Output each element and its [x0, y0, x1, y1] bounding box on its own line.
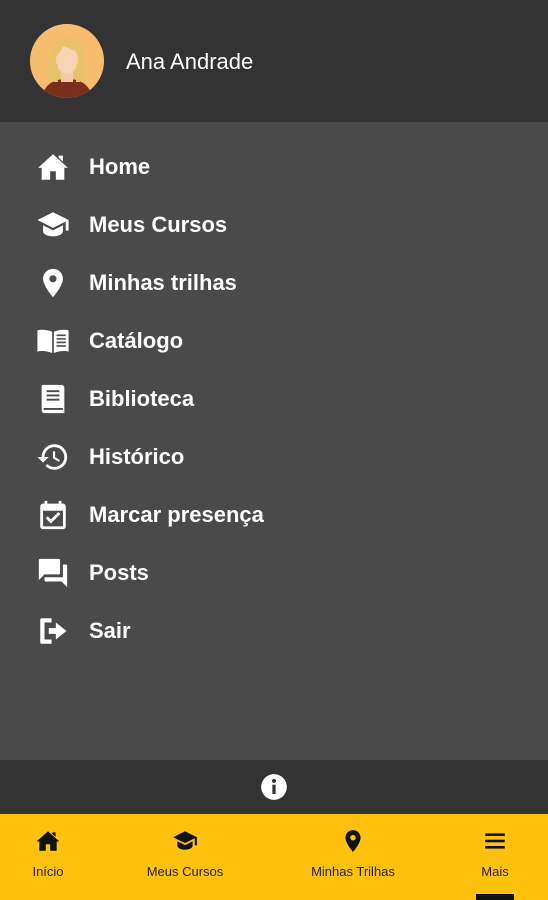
calendar-check-icon: [36, 498, 70, 532]
menu-item-catalogo[interactable]: Catálogo: [0, 312, 548, 370]
menu-icon: [482, 828, 508, 854]
info-bar: [0, 760, 548, 814]
avatar-illustration-icon: [30, 24, 104, 98]
user-avatar[interactable]: [30, 24, 104, 98]
menu-item-biblioteca[interactable]: Biblioteca: [0, 370, 548, 428]
open-book-icon: [36, 324, 70, 358]
menu-item-label: Biblioteca: [89, 386, 195, 411]
graduation-cap-icon: [36, 208, 70, 242]
nav-tab-label: Início: [32, 864, 64, 879]
user-name: Ana Andrade: [126, 49, 254, 74]
nav-tab-minhas-trilhas[interactable]: Minhas Trilhas: [298, 814, 408, 900]
nav-tab-meus-cursos[interactable]: Meus Cursos: [134, 814, 236, 900]
menu-item-historico[interactable]: Histórico: [0, 428, 548, 486]
menu-item-label: Home: [89, 154, 151, 179]
bottom-navigation: Início Meus Cursos Minhas Trilhas Mais: [0, 814, 548, 900]
graduation-cap-icon: [172, 828, 198, 854]
menu-item-label: Meus Cursos: [89, 212, 228, 237]
menu-item-label: Posts: [89, 560, 149, 585]
book-icon: [36, 382, 70, 416]
menu-item-posts[interactable]: Posts: [0, 544, 548, 602]
menu-item-meus-cursos[interactable]: Meus Cursos: [0, 196, 548, 254]
history-icon: [36, 440, 70, 474]
menu-item-label: Sair: [89, 618, 131, 643]
nav-tab-inicio[interactable]: Início: [14, 814, 82, 900]
nav-tab-label: Meus Cursos: [146, 864, 224, 879]
menu-item-marcar-presenca[interactable]: Marcar presença: [0, 486, 548, 544]
nav-tab-label: Minhas Trilhas: [311, 864, 395, 879]
map-pin-icon: [36, 266, 70, 300]
drawer-menu: Home Meus Cursos Minhas trilhas Catálogo…: [0, 122, 548, 760]
menu-item-label: Catálogo: [89, 328, 184, 353]
menu-item-minhas-trilhas[interactable]: Minhas trilhas: [0, 254, 548, 312]
info-icon[interactable]: [260, 773, 288, 801]
map-pin-icon: [340, 828, 366, 854]
menu-item-label: Marcar presença: [89, 502, 264, 527]
nav-tab-mais[interactable]: Mais: [466, 814, 524, 900]
drawer-header: Ana Andrade: [0, 0, 548, 122]
nav-tab-label: Mais: [481, 864, 509, 879]
home-icon: [36, 150, 70, 184]
menu-item-label: Histórico: [89, 444, 185, 469]
menu-item-label: Minhas trilhas: [89, 270, 237, 295]
menu-item-sair[interactable]: Sair: [0, 602, 548, 660]
chat-icon: [36, 556, 70, 590]
menu-item-home[interactable]: Home: [0, 138, 548, 196]
logout-icon: [36, 614, 70, 648]
home-icon: [35, 828, 61, 854]
active-tab-indicator: [476, 894, 514, 900]
